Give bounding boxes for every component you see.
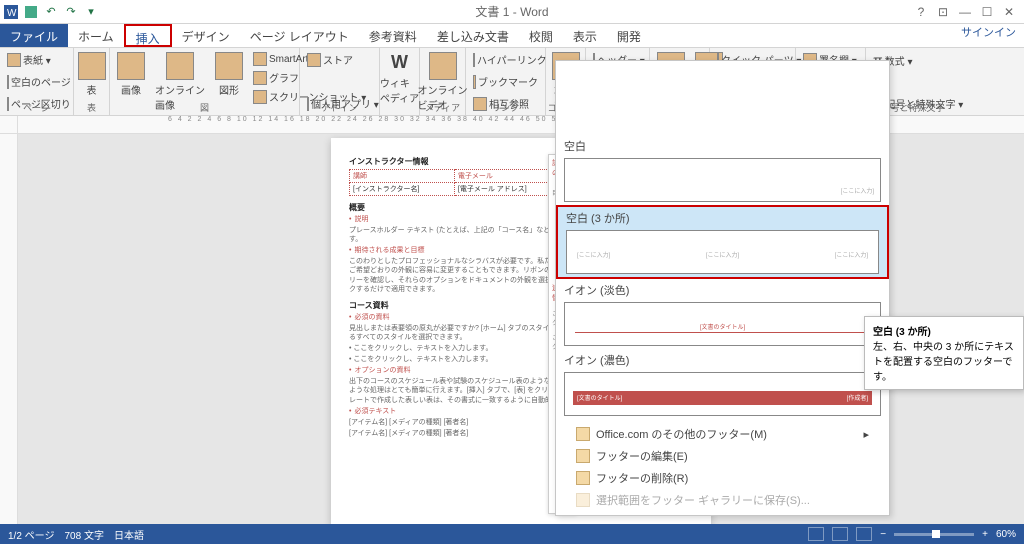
gallery-item-ion-light[interactable]: イオン (淡色) [文書のタイトル] xyxy=(556,279,889,349)
tab-view[interactable]: 表示 xyxy=(563,24,607,47)
footer-gallery: 空白 [ここに入力] 空白 (3 か所) [ここに入力] [ここに入力] [ここ… xyxy=(555,60,890,516)
ribbon-tabs: ファイル ホーム 挿入 デザイン ページ レイアウト 参考資料 差し込み文書 校… xyxy=(0,24,1024,48)
help-icon[interactable]: ? xyxy=(912,3,930,21)
group-symbols-label: 記号と特殊文字 xyxy=(881,101,944,114)
tab-mailings[interactable]: 差し込み文書 xyxy=(427,24,519,47)
group-tables-label: 表 xyxy=(87,101,96,114)
hyperlink-button[interactable]: ハイパーリンク xyxy=(470,50,541,69)
minimize-icon[interactable]: — xyxy=(956,3,974,21)
save-to-gallery: 選択範囲をフッター ギャラリーに保存(S)... xyxy=(556,489,889,511)
wikipedia-button[interactable]: Wウィキ ペディア xyxy=(384,50,415,107)
zoom-slider[interactable] xyxy=(894,533,974,536)
maximize-icon[interactable]: ☐ xyxy=(978,3,996,21)
sign-in-link[interactable]: サインイン xyxy=(961,24,1016,40)
redo-icon[interactable]: ↷ xyxy=(64,5,78,19)
tooltip-title: 空白 (3 か所) xyxy=(873,327,931,338)
group-media-label: メディア xyxy=(425,101,460,114)
ribbon-options-icon[interactable]: ⊡ xyxy=(934,3,952,21)
gallery-item-ion-dark[interactable]: イオン (濃色) [文書のタイトル][作成者] xyxy=(556,349,889,419)
shapes-button[interactable]: 図形 xyxy=(212,50,246,114)
view-print-icon[interactable] xyxy=(832,527,848,541)
view-web-icon[interactable] xyxy=(856,527,872,541)
tab-references[interactable]: 参考資料 xyxy=(359,24,427,47)
ruler-vertical[interactable] xyxy=(0,134,18,526)
qat-dropdown-icon[interactable]: ▾ xyxy=(84,5,98,19)
tab-layout[interactable]: ページ レイアウト xyxy=(240,24,359,47)
tab-file[interactable]: ファイル xyxy=(0,24,68,47)
save-icon xyxy=(576,493,590,507)
zoom-level[interactable]: 60% xyxy=(996,529,1016,540)
status-bar: 1/2 ページ 708 文字 日本語 − + 60% xyxy=(0,524,1024,544)
tab-design[interactable]: デザイン xyxy=(172,24,240,47)
bookmark-button[interactable]: ブックマーク xyxy=(470,72,541,91)
group-addins-label: アドイン xyxy=(321,101,357,114)
tooltip: 空白 (3 か所) 左、右、中央の 3 か所にテキストを配置する空白のフッターで… xyxy=(864,316,1024,390)
title-bar: W ↶ ↷ ▾ 文書 1 - Word ? ⊡ — ☐ ✕ xyxy=(0,0,1024,24)
tooltip-body: 左、右、中央の 3 か所にテキストを配置する空白のフッターです。 xyxy=(873,342,1014,383)
more-footers-office[interactable]: Office.com のその他のフッター(M)▸ xyxy=(556,423,889,445)
cover-page-button[interactable]: 表紙 ▾ xyxy=(4,50,69,69)
word-icon: W xyxy=(4,5,18,19)
ruler-corner xyxy=(0,116,18,133)
tab-insert[interactable]: 挿入 xyxy=(124,24,172,47)
gallery-item-blank[interactable]: 空白 [ここに入力] xyxy=(556,135,889,205)
undo-icon[interactable]: ↶ xyxy=(44,5,58,19)
status-page[interactable]: 1/2 ページ xyxy=(8,527,54,542)
store-button[interactable]: ストア xyxy=(304,50,375,69)
office-icon xyxy=(576,427,590,441)
tab-home[interactable]: ホーム xyxy=(68,24,124,47)
group-pages-label: ページ xyxy=(23,101,50,114)
picture-button[interactable]: 画像 xyxy=(114,50,148,114)
remove-icon xyxy=(576,471,590,485)
view-read-icon[interactable] xyxy=(808,527,824,541)
group-illustrations-label: 図 xyxy=(200,101,209,114)
blank-page-button[interactable]: 空白のページ xyxy=(4,72,69,91)
tab-review[interactable]: 校閲 xyxy=(519,24,563,47)
tab-developer[interactable]: 開発 xyxy=(607,24,651,47)
close-icon[interactable]: ✕ xyxy=(1000,3,1018,21)
remove-footer[interactable]: フッターの削除(R) xyxy=(556,467,889,489)
zoom-in-icon[interactable]: + xyxy=(982,529,988,540)
edit-icon xyxy=(576,449,590,463)
workspace: インストラクター情報 講師電子メールオフィスの場所と営業時間 [インストラクター… xyxy=(0,134,1024,526)
zoom-out-icon[interactable]: − xyxy=(880,529,886,540)
gallery-item-blank3[interactable]: 空白 (3 か所) [ここに入力] [ここに入力] [ここに入力] xyxy=(556,205,889,279)
table-button[interactable]: 表 xyxy=(78,50,105,99)
status-wordcount[interactable]: 708 文字 xyxy=(64,527,103,542)
save-icon[interactable] xyxy=(24,5,38,19)
svg-text:W: W xyxy=(7,8,17,19)
edit-footer[interactable]: フッターの編集(E) xyxy=(556,445,889,467)
window-title: 文書 1 - Word xyxy=(475,3,548,20)
status-language[interactable]: 日本語 xyxy=(114,527,144,542)
group-links-label: リンク xyxy=(492,101,519,114)
